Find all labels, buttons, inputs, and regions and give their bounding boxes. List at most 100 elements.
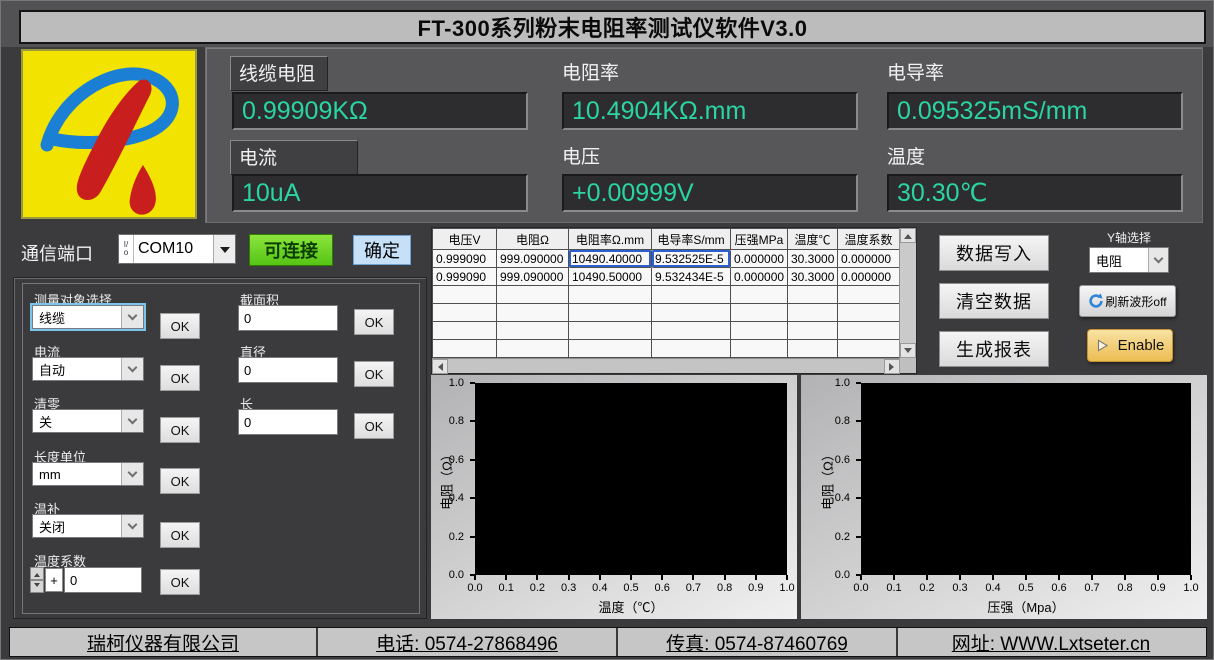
footer-bar: 瑞柯仪器有限公司 电话: 0574-27868496 传真: 0574-8746…	[9, 627, 1207, 657]
refresh-icon	[1088, 293, 1104, 309]
table-cell[interactable]: 30.3000	[788, 268, 838, 286]
scroll-right-icon[interactable]	[884, 359, 900, 374]
table-header: 电导率S/mm	[652, 229, 731, 250]
zeroing-ok-button[interactable]: OK	[160, 417, 200, 443]
temp-comp-ok-button[interactable]: OK	[160, 522, 200, 548]
chevron-down-icon[interactable]	[121, 358, 143, 380]
table-cell[interactable]: 0.000000	[731, 268, 788, 286]
temp-comp-select[interactable]: 关闭	[32, 514, 144, 538]
table-horizontal-scrollbar[interactable]	[432, 358, 900, 373]
table-empty-cell[interactable]	[569, 304, 652, 322]
scroll-down-icon[interactable]	[900, 343, 916, 358]
table-empty-cell[interactable]	[652, 304, 731, 322]
table-cell[interactable]: 0.999090	[433, 268, 497, 286]
table-empty-cell[interactable]	[433, 304, 497, 322]
scroll-up-icon[interactable]	[900, 228, 916, 243]
diameter-input[interactable]	[238, 357, 338, 383]
resistivity-label: 电阻率	[562, 58, 619, 85]
chevron-down-icon[interactable]	[121, 410, 143, 432]
current-mode-ok-button[interactable]: OK	[160, 365, 200, 391]
table-cell[interactable]: 0.000000	[731, 250, 788, 268]
com-port-combobox[interactable]: I/o COM10	[118, 234, 236, 264]
chevron-down-icon[interactable]	[121, 463, 143, 485]
table-empty-cell[interactable]	[652, 322, 731, 340]
table-cell[interactable]: 0.000000	[838, 250, 900, 268]
conductivity-value: 0.095325mS/mm	[887, 92, 1183, 130]
scroll-left-icon[interactable]	[432, 359, 448, 374]
table-empty-cell[interactable]	[731, 286, 788, 304]
length-input[interactable]	[238, 409, 338, 435]
table-cell[interactable]: 0.000000	[838, 268, 900, 286]
table-empty-cell[interactable]	[497, 340, 569, 358]
diameter-ok-button[interactable]: OK	[354, 361, 394, 387]
chevron-down-icon[interactable]	[121, 515, 143, 537]
table-empty-cell[interactable]	[731, 304, 788, 322]
table-header: 压强MPa	[731, 229, 788, 250]
table-cell-selected[interactable]: 9.532525E-5	[652, 250, 731, 268]
table-empty-cell[interactable]	[788, 340, 838, 358]
table-empty-cell[interactable]	[652, 286, 731, 304]
connect-status-button[interactable]: 可连接	[249, 234, 333, 266]
clear-data-button[interactable]: 清空数据	[939, 283, 1049, 319]
length-ok-button[interactable]: OK	[354, 413, 394, 439]
cable-resistance-value: 0.99909KΩ	[232, 92, 528, 130]
chevron-down-icon[interactable]	[1148, 248, 1168, 272]
temp-coef-sign[interactable]: +	[45, 568, 63, 592]
table-empty-cell[interactable]	[731, 340, 788, 358]
company-name: 瑞柯仪器有限公司	[10, 628, 318, 656]
table-cell[interactable]: 30.3000	[788, 250, 838, 268]
enable-button[interactable]: Enable	[1087, 329, 1173, 362]
zeroing-select[interactable]: 关	[32, 409, 144, 433]
table-empty-cell[interactable]	[497, 304, 569, 322]
measure-object-select[interactable]: 线缆	[32, 305, 144, 329]
table-empty-cell[interactable]	[433, 286, 497, 304]
measurement-table-panel: 电压V 电阻Ω 电阻率Ω.mm 电导率S/mm 压强MPa 温度℃ 温度系数 0…	[431, 227, 917, 374]
table-empty-cell[interactable]	[433, 340, 497, 358]
current-label: 电流	[230, 140, 358, 175]
spin-up-icon[interactable]	[30, 567, 44, 580]
refresh-waveform-button[interactable]: 刷新波形off	[1079, 285, 1176, 317]
table-cell[interactable]: 9.532434E-5	[652, 268, 731, 286]
table-cell[interactable]: 999.090000	[497, 268, 569, 286]
table-empty-cell[interactable]	[788, 286, 838, 304]
table-cell-selected[interactable]: 10490.40000	[569, 250, 652, 268]
data-write-button[interactable]: 数据写入	[939, 235, 1049, 271]
measure-object-ok-button[interactable]: OK	[160, 313, 200, 339]
table-empty-cell[interactable]	[788, 304, 838, 322]
table-cell[interactable]: 10490.50000	[569, 268, 652, 286]
table-empty-cell[interactable]	[433, 322, 497, 340]
table-empty-cell[interactable]	[788, 322, 838, 340]
y-axis-select[interactable]: 电阻	[1089, 247, 1169, 273]
cross-section-input[interactable]	[238, 305, 338, 331]
cross-section-ok-button[interactable]: OK	[354, 309, 394, 335]
current-mode-select[interactable]: 自动	[32, 357, 144, 381]
table-empty-cell[interactable]	[569, 286, 652, 304]
length-unit-ok-button[interactable]: OK	[160, 468, 200, 494]
chevron-down-icon[interactable]	[121, 306, 143, 328]
temp-coef-input[interactable]	[64, 567, 142, 593]
temp-coef-spinner[interactable]	[30, 567, 44, 593]
table-empty-cell[interactable]	[838, 340, 900, 358]
table-empty-cell[interactable]	[497, 286, 569, 304]
table-empty-cell[interactable]	[569, 340, 652, 358]
table-empty-cell[interactable]	[838, 286, 900, 304]
table-empty-cell[interactable]	[569, 322, 652, 340]
table-empty-cell[interactable]	[838, 304, 900, 322]
table-empty-cell[interactable]	[838, 322, 900, 340]
table-header: 电阻率Ω.mm	[569, 229, 652, 250]
table-empty-cell[interactable]	[497, 322, 569, 340]
table-cell[interactable]: 0.999090	[433, 250, 497, 268]
spin-down-icon[interactable]	[30, 580, 44, 593]
length-unit-select[interactable]: mm	[32, 462, 144, 486]
temp-coef-ok-button[interactable]: OK	[160, 569, 200, 595]
table-cell[interactable]: 999.090000	[497, 250, 569, 268]
generate-report-button[interactable]: 生成报表	[939, 331, 1049, 367]
table-empty-cell[interactable]	[731, 322, 788, 340]
table-header: 电阻Ω	[497, 229, 569, 250]
confirm-button[interactable]: 确定	[353, 235, 411, 265]
table-empty-cell[interactable]	[652, 340, 731, 358]
x-axis-title: 压强（Mpa）	[861, 597, 1191, 616]
phone-number: 电话: 0574-27868496	[318, 628, 618, 656]
table-vertical-scrollbar[interactable]	[899, 228, 916, 358]
com-port-dropdown-arrow-icon[interactable]	[213, 235, 235, 263]
